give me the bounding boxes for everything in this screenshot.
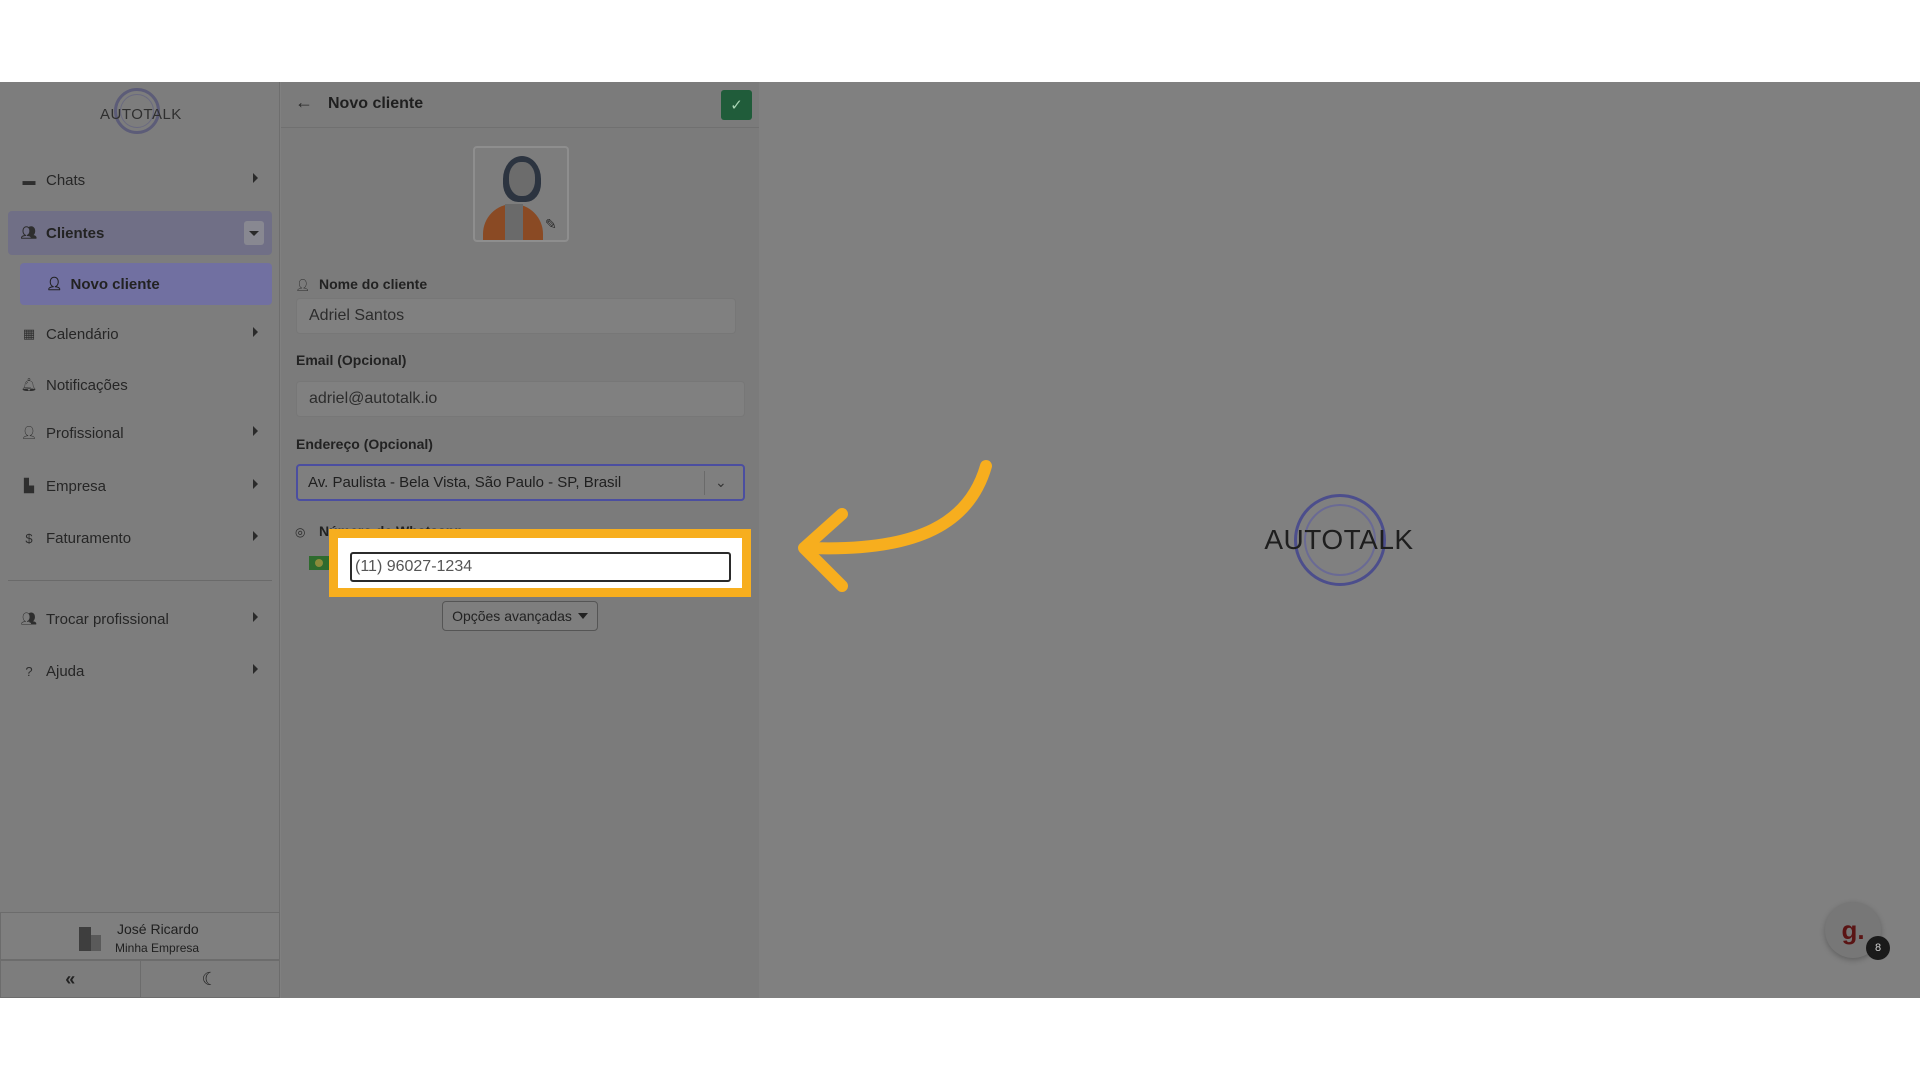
advanced-options-label: Opções avançadas <box>452 608 572 624</box>
sidebar-item-label: Calendário <box>46 325 119 343</box>
chat-icon: ▬ <box>22 172 36 188</box>
caret-down-icon <box>577 613 588 619</box>
sidebar-item-label: Clientes <box>46 224 105 242</box>
page-title: Novo cliente <box>328 95 424 112</box>
sidebar-item-profissional[interactable]: 👤︎ Profissional <box>8 411 272 455</box>
chevron-right-icon <box>253 426 258 436</box>
logo-text: AUTOTALK <box>1264 524 1414 555</box>
back-arrow-icon[interactable]: ← <box>295 92 313 113</box>
sidebar-divider <box>8 580 272 581</box>
avatar-shirt <box>505 204 523 240</box>
avatar-building-right <box>91 935 101 951</box>
sidebar-item-empresa[interactable]: ▙ Empresa <box>8 464 272 508</box>
sidebar-item-faturamento[interactable]: $ Faturamento <box>8 516 272 560</box>
person-icon: 👤︎ <box>295 278 311 292</box>
chevron-down-icon[interactable]: ⌄ <box>715 474 727 491</box>
sidebar-item-label: Chats <box>46 171 86 189</box>
sidebar-item-label: Ajuda <box>46 662 85 680</box>
sidebar-item-calendario[interactable]: ▦ Calendário <box>8 312 272 356</box>
sidebar-item-label: Empresa <box>46 477 107 495</box>
whatsapp-icon: ◎ <box>295 525 306 539</box>
chevron-right-icon <box>253 173 258 183</box>
dark-mode-toggle-button[interactable]: ☾ <box>141 961 280 997</box>
chevron-right-icon <box>253 479 258 489</box>
phone-input[interactable] <box>350 552 731 582</box>
building-icon: ▙ <box>24 478 34 493</box>
panel-header: ← Novo cliente ✓ <box>281 82 759 128</box>
app-window: AUTOTALK ▬ Chats 👥︎ Clientes 👤︎ Novo cli… <box>0 82 1920 998</box>
sidebar-item-chats[interactable]: ▬ Chats <box>8 158 272 202</box>
notification-badge: 8 <box>1866 936 1890 960</box>
calendar-icon: ▦ <box>22 326 36 341</box>
name-label: Nome do cliente <box>319 276 428 292</box>
company-avatar <box>79 925 103 953</box>
sidebar-item-ajuda[interactable]: ? Ajuda <box>8 649 272 693</box>
sidebar-item-notificacoes[interactable]: 🔔︎ Notificações <box>8 363 272 407</box>
avatar-building-left <box>79 927 91 951</box>
sidebar-item-label: Trocar profissional <box>46 610 169 628</box>
dollar-icon: $ <box>25 530 33 546</box>
logo-text: AUTOTALK <box>100 106 182 123</box>
collapse-sidebar-button[interactable]: « <box>1 961 141 997</box>
save-button[interactable]: ✓ <box>721 90 752 120</box>
user-name: José Ricardo <box>117 921 199 937</box>
sidebar-item-label: Novo cliente <box>70 275 160 293</box>
user-company: Minha Empresa <box>115 941 200 955</box>
user-cog-icon: 👤︎ <box>20 425 38 440</box>
chevron-down-icon[interactable] <box>244 221 264 245</box>
sidebar-item-trocar-profissional[interactable]: 👥︎ Trocar profissional <box>8 597 272 641</box>
sidebar-item-label: Faturamento <box>46 529 132 547</box>
users-icon: 👥︎ <box>20 225 38 240</box>
user-profile[interactable]: José Ricardo Minha Empresa <box>0 912 280 960</box>
bell-icon: 🔔︎ <box>20 377 38 392</box>
address-value: Av. Paulista - Bela Vista, São Paulo - S… <box>308 474 622 491</box>
advanced-options-button[interactable]: Opções avançadas <box>442 601 598 631</box>
sidebar-item-label: Notificações <box>46 376 128 394</box>
autotalk-logo: AUTOTALK <box>1258 488 1420 592</box>
check-icon: ✓ <box>730 97 743 114</box>
address-label: Endereço (Opcional) <box>296 436 433 452</box>
client-avatar-upload[interactable]: ✎ <box>473 146 569 242</box>
users-swap-icon: 👥︎ <box>20 611 38 626</box>
chevron-right-icon <box>253 612 258 622</box>
question-icon: ? <box>25 663 33 679</box>
arrow-curve <box>804 460 992 555</box>
chevron-right-icon <box>253 531 258 541</box>
email-label: Email (Opcional) <box>296 352 407 368</box>
chevron-right-icon <box>253 664 258 674</box>
sidebar: AUTOTALK ▬ Chats 👥︎ Clientes 👤︎ Novo cli… <box>0 82 280 998</box>
avatar-face <box>509 162 535 196</box>
user-plus-icon: 👤︎ <box>46 276 63 291</box>
chevron-right-icon <box>253 327 258 337</box>
email-field[interactable]: adriel@autotalk.io <box>296 381 745 417</box>
sidebar-subitem-novo-cliente[interactable]: 👤︎ Novo cliente <box>20 263 272 305</box>
sidebar-footer: « ☾ <box>0 960 280 998</box>
name-field[interactable]: Adriel Santos <box>296 298 736 334</box>
annotation-arrow <box>798 460 992 592</box>
sidebar-item-label: Profissional <box>46 424 124 442</box>
edit-pencil-icon[interactable]: ✎ <box>545 216 557 233</box>
select-separator <box>704 471 705 495</box>
brazil-flag-icon[interactable] <box>309 556 329 570</box>
sidebar-item-clientes[interactable]: 👥︎ Clientes <box>8 211 272 255</box>
app-logo[interactable]: AUTOTALK <box>96 86 182 142</box>
help-logo-icon: g. <box>1841 914 1865 945</box>
address-select[interactable]: Av. Paulista - Bela Vista, São Paulo - S… <box>296 464 745 501</box>
